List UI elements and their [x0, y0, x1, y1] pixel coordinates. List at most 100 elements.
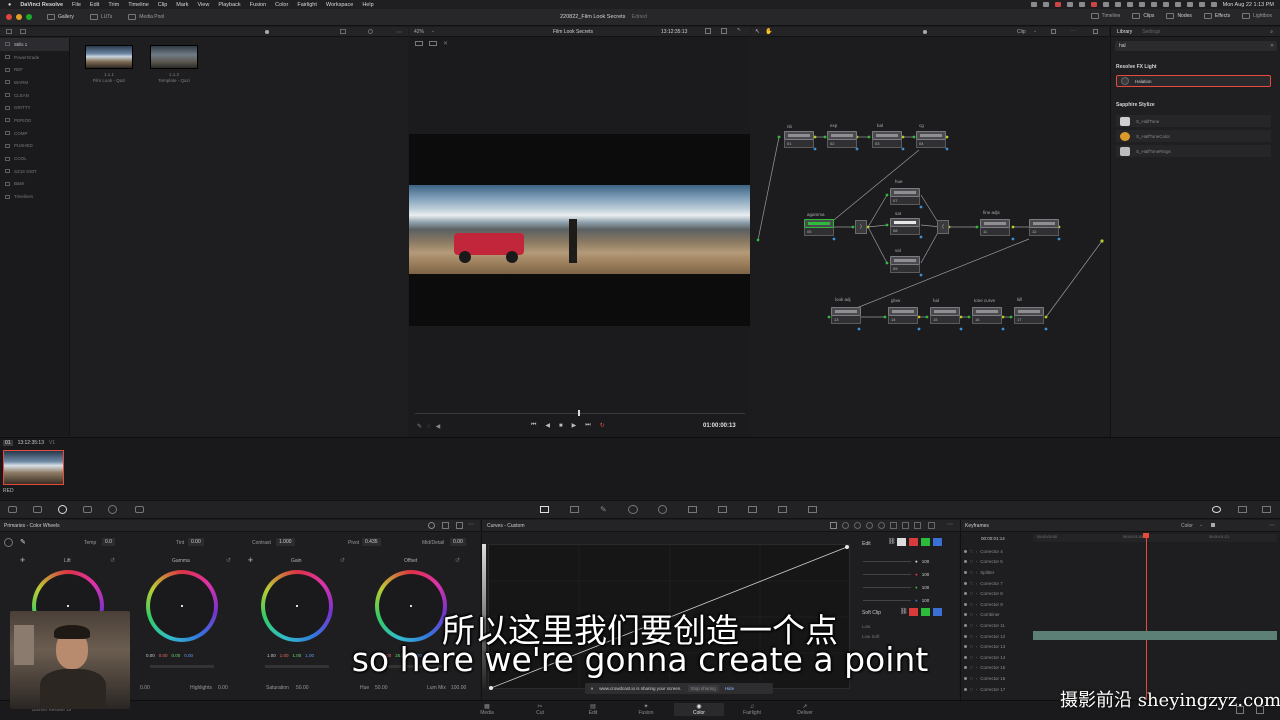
green-channel-button[interactable]	[921, 538, 930, 546]
curves-tool-icon[interactable]	[830, 522, 837, 529]
clips-toggle-button[interactable]: Clips	[1132, 13, 1154, 19]
effect-item[interactable]: S_HalfToneRings	[1116, 145, 1271, 157]
album-item[interactable]: COOL	[0, 152, 69, 165]
pivot-value[interactable]: 0.435	[362, 538, 381, 546]
status-icon[interactable]	[1054, 2, 1061, 7]
auto-balance-icon[interactable]: ✎	[20, 538, 26, 546]
effect-item[interactable]: S_HalfToneColor	[1116, 130, 1271, 142]
album-item[interactable]: REF	[0, 63, 69, 76]
curves-tool-icon[interactable]	[890, 522, 897, 529]
page-tab-fusion[interactable]: ✦ Fusion	[621, 703, 671, 716]
menu-help[interactable]: Help	[362, 2, 373, 8]
status-icon[interactable]	[1114, 2, 1121, 7]
status-icon[interactable]	[1162, 2, 1169, 7]
node-17[interactable]: 17	[1014, 307, 1044, 326]
battery-icon[interactable]	[1174, 2, 1181, 7]
page-tab-deliver[interactable]: ➚ Deliver	[780, 703, 830, 716]
saturation-value[interactable]: 50.00	[296, 685, 309, 691]
lock-icon[interactable]: □	[970, 570, 973, 575]
page-tab-edit[interactable]: ▤ Edit	[568, 703, 618, 716]
lock-icon[interactable]: □	[970, 549, 973, 554]
node-05[interactable]: 05	[804, 219, 834, 238]
node-01[interactable]: 01	[784, 131, 814, 150]
album-item[interactable]: GRITTY	[0, 101, 69, 114]
node-editor[interactable]: ↖ ✋ Clip ⌄ ⋯ nb 01 exp 02 bal 03 cg 04 a…	[751, 27, 1109, 437]
clip-thumbnail[interactable]	[3, 450, 64, 485]
hue-value[interactable]: 50.00	[375, 685, 388, 691]
still-thumbnail[interactable]	[150, 45, 198, 71]
color-match-icon[interactable]	[33, 506, 42, 513]
key-icon[interactable]	[748, 506, 757, 513]
clear-search-icon[interactable]: ✕	[1270, 43, 1274, 49]
play-icon[interactable]: ▶	[572, 422, 577, 429]
camera-raw-icon[interactable]	[8, 506, 17, 513]
gallery-button[interactable]: Gallery	[47, 14, 74, 20]
tab-settings[interactable]: Settings	[1142, 29, 1160, 35]
hide-notice-button[interactable]: Hide	[725, 686, 734, 691]
album-item[interactable]: WARM	[0, 76, 69, 89]
wheel-center[interactable]	[67, 605, 69, 607]
node-16[interactable]: 16	[972, 307, 1002, 326]
status-icon[interactable]	[1126, 2, 1133, 7]
effect-item[interactable]: S_HalfTone	[1116, 115, 1271, 127]
menu-color[interactable]: Color	[275, 2, 288, 8]
lum-mix-value[interactable]: 100.00	[451, 685, 466, 691]
menu-fusion[interactable]: Fusion	[250, 2, 267, 8]
gamma-reset-icon[interactable]: ↺	[226, 557, 231, 564]
gallery-options-icon[interactable]: ⋯	[396, 29, 402, 36]
node-03[interactable]: 03	[872, 131, 902, 150]
primaries-mode-icon[interactable]	[428, 522, 435, 529]
album-item[interactable]: PERIOD	[0, 114, 69, 127]
album-item[interactable]: Timelines	[0, 190, 69, 203]
node-13[interactable]: 13	[831, 307, 861, 326]
scopes-icon[interactable]	[1238, 506, 1247, 513]
3d-icon[interactable]	[808, 506, 817, 513]
blue-channel-button[interactable]	[933, 538, 942, 546]
lock-icon[interactable]: □	[970, 687, 973, 692]
channel-value[interactable]: 100	[922, 559, 930, 564]
highlight-icon[interactable]: ✕	[443, 40, 449, 47]
timeline-toggle-button[interactable]: Timeline	[1090, 13, 1120, 19]
viewer-scrubber[interactable]	[415, 413, 745, 414]
channel-slider[interactable]	[863, 574, 911, 575]
zoom-dropdown-icon[interactable]: ⌄	[431, 28, 435, 34]
keyframes-icon[interactable]	[1212, 506, 1221, 513]
expand-arrow-icon[interactable]: ›	[976, 581, 978, 586]
status-icon[interactable]	[1090, 2, 1097, 7]
list-item[interactable]: □ › Corrector 4	[961, 546, 1033, 557]
node-02[interactable]: 02	[827, 131, 857, 150]
menu-clip[interactable]: Clip	[158, 2, 167, 8]
node-08[interactable]: 08	[890, 218, 920, 237]
nodes-toggle-button[interactable]: Nodes	[1166, 13, 1192, 19]
gallery-dot-icon[interactable]	[265, 30, 269, 34]
offset-reset-icon[interactable]: ↺	[455, 557, 460, 564]
minimize-window-button[interactable]	[16, 14, 22, 20]
highlights-value[interactable]: 0.00	[218, 685, 228, 691]
channel-slider[interactable]	[863, 587, 911, 588]
enable-dot-icon[interactable]	[964, 560, 967, 564]
list-item[interactable]: □ › Corrector 7	[961, 578, 1033, 589]
status-icon[interactable]	[1066, 2, 1073, 7]
image-wipe-icon[interactable]	[415, 40, 423, 46]
info-icon[interactable]	[1262, 506, 1271, 513]
page-tab-fairlight[interactable]: ♫ Fairlight	[727, 704, 777, 716]
album-item[interactable]: SZ19 S30T	[0, 165, 69, 178]
viewer-zoom[interactable]: 42%	[414, 29, 424, 35]
maximize-window-button[interactable]	[26, 14, 32, 20]
media-pool-button[interactable]: Media Pool	[128, 14, 164, 20]
menubar-clock[interactable]: Mon Aug 22 1:13 PM	[1223, 2, 1274, 8]
stop-icon[interactable]: ■	[559, 423, 563, 429]
audio-icon[interactable]: ◀	[436, 423, 441, 430]
page-tab-media[interactable]: ▦ Media	[462, 703, 512, 716]
menu-app-name[interactable]: DaVinci Resolve	[20, 2, 63, 8]
qualifier-icon[interactable]: ✎	[600, 505, 607, 514]
temp-value[interactable]: 0.0	[102, 538, 115, 546]
primaries-reset-icon[interactable]	[4, 538, 13, 547]
pen-tool-icon[interactable]: ✎	[417, 423, 422, 430]
curves-tool-icon[interactable]	[878, 522, 885, 529]
enable-dot-icon[interactable]	[964, 570, 967, 574]
primaries-log-icon[interactable]	[456, 522, 463, 529]
channel-slider[interactable]	[863, 600, 911, 601]
curves-options-icon[interactable]: ⋯	[947, 521, 953, 528]
loop-icon[interactable]: ◌	[427, 424, 431, 430]
